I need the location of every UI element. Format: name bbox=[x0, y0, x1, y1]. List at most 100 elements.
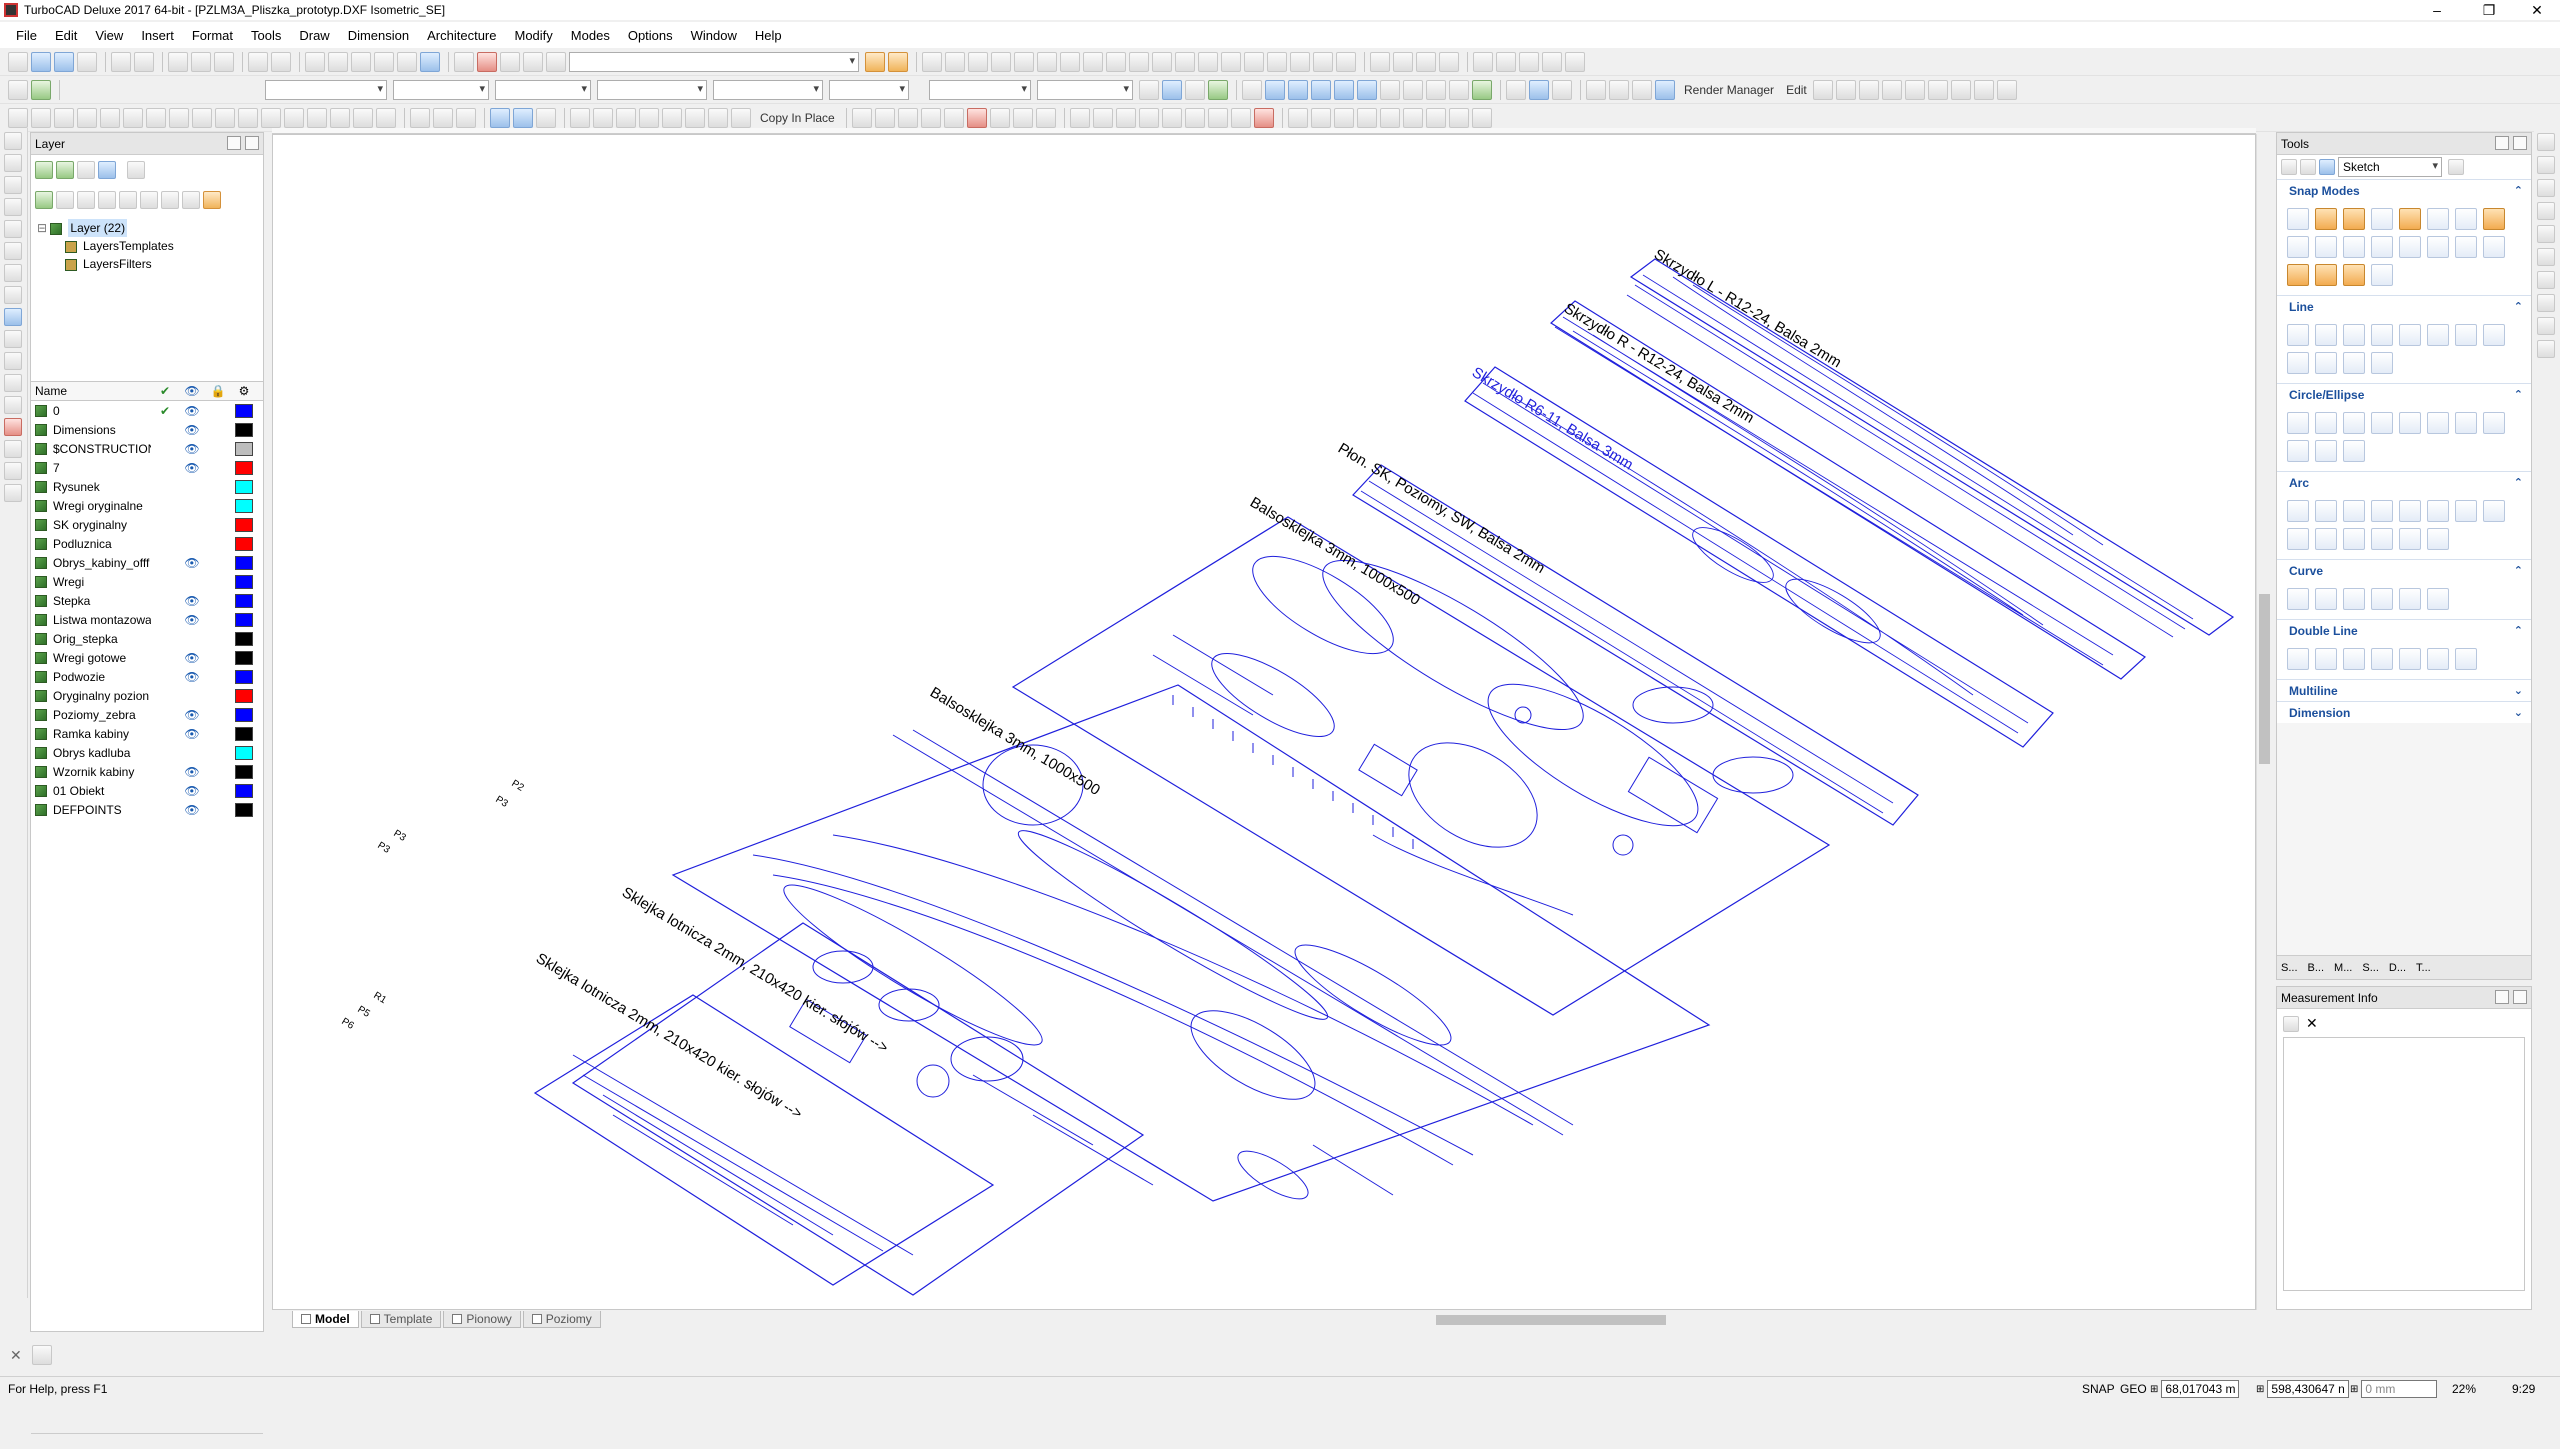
render-mode-3-icon[interactable] bbox=[1632, 79, 1652, 100]
layer-color-cell[interactable] bbox=[231, 517, 257, 532]
workplane-icon[interactable] bbox=[546, 51, 566, 72]
arc-center-icon[interactable] bbox=[2287, 500, 2309, 522]
draw-tool-7-icon[interactable] bbox=[146, 107, 166, 128]
edit-tool-1-icon[interactable] bbox=[851, 107, 872, 128]
arc-icon[interactable] bbox=[4, 242, 22, 260]
right-tool-9-icon[interactable] bbox=[2537, 317, 2555, 335]
layer-color-swatch[interactable] bbox=[235, 441, 253, 456]
menu-tools[interactable]: Tools bbox=[251, 28, 281, 43]
render-manager-label[interactable]: Render Manager bbox=[1684, 83, 1774, 97]
misc-tool-6-icon[interactable] bbox=[1402, 107, 1423, 128]
measure-clear-icon[interactable]: ✕ bbox=[2306, 1015, 2318, 1032]
menu-edit[interactable]: Edit bbox=[55, 28, 77, 43]
circle-icon[interactable] bbox=[4, 220, 22, 238]
snap-quadrant-icon[interactable] bbox=[2455, 208, 2477, 230]
pen-width-combo[interactable] bbox=[597, 79, 707, 100]
dline-single-icon[interactable] bbox=[2287, 648, 2309, 670]
draw-tool-12-icon[interactable] bbox=[261, 107, 281, 128]
snap-color-icon[interactable] bbox=[2371, 264, 2393, 286]
draw-tool-10-icon[interactable] bbox=[215, 107, 235, 128]
layer-color-cell[interactable] bbox=[231, 726, 257, 741]
layer-row[interactable]: Orig_stepka bbox=[31, 629, 263, 648]
tools-options-icon[interactable] bbox=[2448, 159, 2464, 175]
layer-row[interactable]: Rysunek bbox=[31, 477, 263, 496]
circle-arc-icon[interactable] bbox=[2483, 412, 2505, 434]
arc-tan-line-icon[interactable] bbox=[2399, 528, 2421, 550]
render-tool-3-icon[interactable] bbox=[1858, 79, 1879, 100]
line-style-combo[interactable] bbox=[713, 79, 823, 100]
canvas-vscrollbar[interactable] bbox=[2256, 134, 2272, 1310]
snap-icon[interactable] bbox=[477, 51, 497, 72]
brush-combo[interactable] bbox=[929, 79, 1031, 100]
layer-color-swatch[interactable] bbox=[235, 669, 253, 684]
zoom-out-icon[interactable] bbox=[328, 51, 348, 72]
circle-concentric-icon[interactable] bbox=[2315, 412, 2337, 434]
layer-row[interactable]: Listwa montazowa 👁 bbox=[31, 610, 263, 629]
layer-row[interactable]: 7 👁 bbox=[31, 458, 263, 477]
snap-tool-15-icon[interactable] bbox=[1244, 51, 1264, 72]
layer-row[interactable]: Podwozie 👁 bbox=[31, 667, 263, 686]
layer-row[interactable]: Dimensions 👁 bbox=[31, 420, 263, 439]
column-color-icon[interactable]: ⚙ bbox=[231, 384, 257, 398]
tools-close-icon[interactable] bbox=[2513, 136, 2527, 150]
layer-color-swatch[interactable] bbox=[235, 555, 253, 570]
section-dimension[interactable]: Dimension ⌄ bbox=[2277, 701, 2531, 723]
vscroll-thumb[interactable] bbox=[2259, 594, 2270, 764]
layer-color-swatch[interactable] bbox=[235, 802, 253, 817]
snap-tool-14-icon[interactable] bbox=[1221, 51, 1241, 72]
modify-tool-7-icon[interactable] bbox=[570, 107, 590, 128]
misc-tool-1-icon[interactable] bbox=[1287, 107, 1308, 128]
snap-perpendicular-icon[interactable] bbox=[2315, 236, 2337, 258]
tools-tab-1[interactable]: S... bbox=[2281, 962, 2298, 974]
pen-style-combo[interactable] bbox=[495, 79, 591, 100]
modify-tool-9-icon[interactable] bbox=[616, 107, 636, 128]
draw-tool-6-icon[interactable] bbox=[123, 107, 143, 128]
layer-lightbulb-icon[interactable] bbox=[203, 191, 221, 209]
tips-icon[interactable] bbox=[888, 51, 908, 72]
new-layer-icon[interactable] bbox=[35, 161, 53, 179]
line-tangent-icon[interactable] bbox=[2483, 324, 2505, 346]
layer-row[interactable]: Poziomy_zebra 👁 bbox=[31, 705, 263, 724]
snap-tool-9-icon[interactable] bbox=[1106, 51, 1126, 72]
draw-tool-8-icon[interactable] bbox=[169, 107, 189, 128]
3d-tool-3-icon[interactable] bbox=[1288, 79, 1308, 100]
command-combo[interactable] bbox=[569, 51, 859, 72]
window-tool-5-icon[interactable] bbox=[1565, 51, 1585, 72]
edit-tool-5-icon[interactable] bbox=[943, 107, 964, 128]
layer-color-cell[interactable] bbox=[231, 802, 257, 817]
arc-fixed-icon[interactable] bbox=[2483, 500, 2505, 522]
layer-hscrollbar[interactable] bbox=[31, 1433, 263, 1449]
render-stop-icon[interactable] bbox=[4, 418, 22, 436]
layer-color-cell[interactable] bbox=[231, 745, 257, 760]
layer-current-check[interactable]: ✔ bbox=[151, 404, 179, 418]
arc-3pt-icon[interactable] bbox=[2343, 500, 2365, 522]
snap-tool-8-icon[interactable] bbox=[1083, 51, 1103, 72]
snap-tool-13-icon[interactable] bbox=[1198, 51, 1218, 72]
circle-tan3-icon[interactable] bbox=[2427, 412, 2449, 434]
prop-tool-1-icon[interactable] bbox=[1139, 79, 1159, 100]
misc-tool-3-icon[interactable] bbox=[1333, 107, 1354, 128]
edit-tool-13-icon[interactable] bbox=[1138, 107, 1159, 128]
bottom-close-icon[interactable]: ✕ bbox=[10, 1347, 22, 1364]
tools-tab-6[interactable]: T... bbox=[2416, 962, 2431, 974]
undo-icon[interactable] bbox=[248, 51, 268, 72]
layer-color-cell[interactable] bbox=[231, 688, 257, 703]
snap-drawing-aid-icon[interactable] bbox=[2371, 236, 2393, 258]
tree-item-filters[interactable]: LayersFilters bbox=[37, 255, 257, 273]
misc-tool-7-icon[interactable] bbox=[1425, 107, 1446, 128]
snap-tool-5-icon[interactable] bbox=[1014, 51, 1034, 72]
edit-tool-6-icon[interactable] bbox=[966, 107, 987, 128]
edit-tool-8-icon[interactable] bbox=[1012, 107, 1033, 128]
copy-icon[interactable] bbox=[191, 51, 211, 72]
arc-join-icon[interactable] bbox=[2343, 528, 2365, 550]
snap-center-icon[interactable] bbox=[2427, 208, 2449, 230]
layer-row[interactable]: Obrys_kabiny_offf 👁 bbox=[31, 553, 263, 572]
layer-color-cell[interactable] bbox=[231, 403, 257, 418]
modify-tool-6-icon[interactable] bbox=[536, 107, 556, 128]
text-icon[interactable] bbox=[4, 286, 22, 304]
zoom-window-icon[interactable] bbox=[351, 51, 371, 72]
view-icon[interactable] bbox=[523, 51, 543, 72]
layer-visibility-toggle[interactable]: 👁 bbox=[179, 442, 205, 456]
line-chamfer-icon[interactable] bbox=[2343, 352, 2365, 374]
render-tool-2-icon[interactable] bbox=[1835, 79, 1856, 100]
